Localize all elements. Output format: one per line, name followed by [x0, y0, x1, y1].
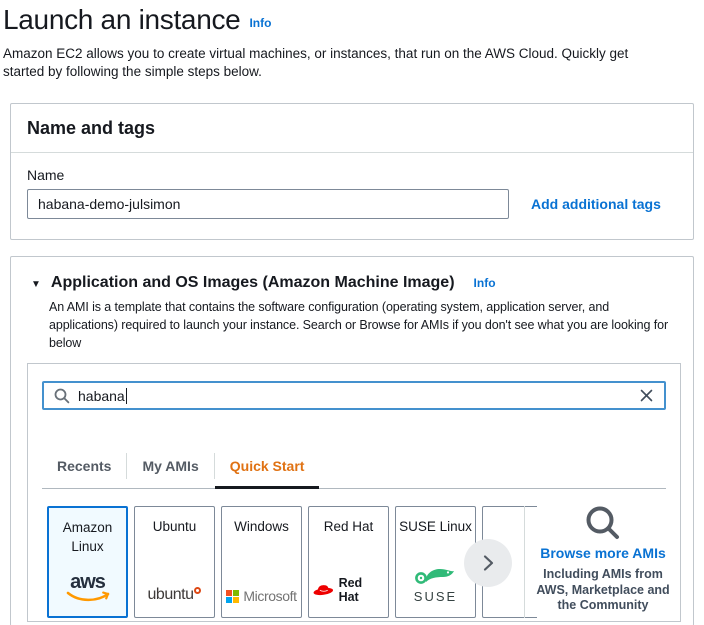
ami-section-title: Application and OS Images (Amazon Machin… [51, 274, 455, 292]
page-header: Launch an instance Info Amazon EC2 allows… [3, 4, 693, 81]
ami-card-red-hat[interactable]: Red Hat Red Hat [308, 506, 389, 618]
add-additional-tags-link[interactable]: Add additional tags [531, 196, 661, 212]
ami-card-ubuntu[interactable]: Ubuntu ubuntu [134, 506, 215, 618]
ami-info-link[interactable]: Info [474, 276, 496, 290]
page-description: Amazon EC2 allows you to create virtual … [3, 45, 671, 81]
name-and-tags-section: Name and tags Name Add additional tags [10, 103, 694, 240]
name-label: Name [27, 167, 677, 183]
search-icon [54, 388, 70, 404]
ami-card-label: Windows [234, 517, 289, 536]
page-title-info-link[interactable]: Info [249, 16, 271, 30]
name-and-tags-body: Name Add additional tags [11, 153, 693, 233]
microsoft-logo-icon: Microsoft [226, 588, 296, 604]
ami-card-windows[interactable]: Windows Microsoft [221, 506, 302, 618]
ami-search-input[interactable]: habana [42, 381, 666, 410]
clear-search-button[interactable] [639, 388, 654, 403]
ami-chooser-panel: habana Recents My AMIs Quick Start [27, 363, 681, 622]
ami-tabs: Recents My AMIs Quick Start [42, 444, 666, 489]
ami-card-label: Ubuntu [153, 517, 197, 536]
tab-quick-start[interactable]: Quick Start [215, 444, 320, 488]
name-and-tags-title: Name and tags [11, 104, 693, 153]
tab-my-amis[interactable]: My AMIs [127, 444, 213, 488]
name-input[interactable] [27, 189, 509, 219]
ami-card-label: Red Hat [324, 517, 374, 536]
redhat-logo-icon: Red Hat [312, 576, 385, 604]
ami-card-amazon-linux[interactable]: Amazon Linux aws [47, 506, 128, 618]
ami-card-label: Amazon Linux [52, 518, 123, 556]
browse-more-panel: Browse more AMIs Including AMIs from AWS… [528, 504, 678, 620]
scroll-right-button[interactable] [464, 539, 512, 587]
launch-instance-page: Launch an instance Info Amazon EC2 allows… [0, 0, 704, 625]
page-title: Launch an instance [3, 4, 240, 35]
browse-more-amis-link[interactable]: Browse more AMIs [540, 545, 666, 561]
text-caret [126, 388, 127, 404]
collapse-triangle-icon[interactable]: ▼ [31, 279, 41, 290]
ubuntu-logo-icon: ubuntu [148, 586, 202, 604]
tab-recents[interactable]: Recents [42, 444, 126, 488]
search-icon-large [584, 504, 622, 542]
suse-logo-icon: SUSE [414, 565, 458, 604]
browse-more-subtext: Including AMIs from AWS, Marketplace and… [536, 567, 669, 614]
chevron-right-icon [478, 553, 498, 573]
search-value: habana [78, 388, 125, 404]
cards-browse-divider [524, 506, 525, 618]
ami-card-label: SUSE Linux [399, 517, 472, 536]
ami-section-description: An AMI is a template that contains the s… [49, 298, 679, 352]
ami-section: ▼ Application and OS Images (Amazon Mach… [10, 256, 694, 625]
aws-logo-icon: aws [65, 573, 111, 603]
